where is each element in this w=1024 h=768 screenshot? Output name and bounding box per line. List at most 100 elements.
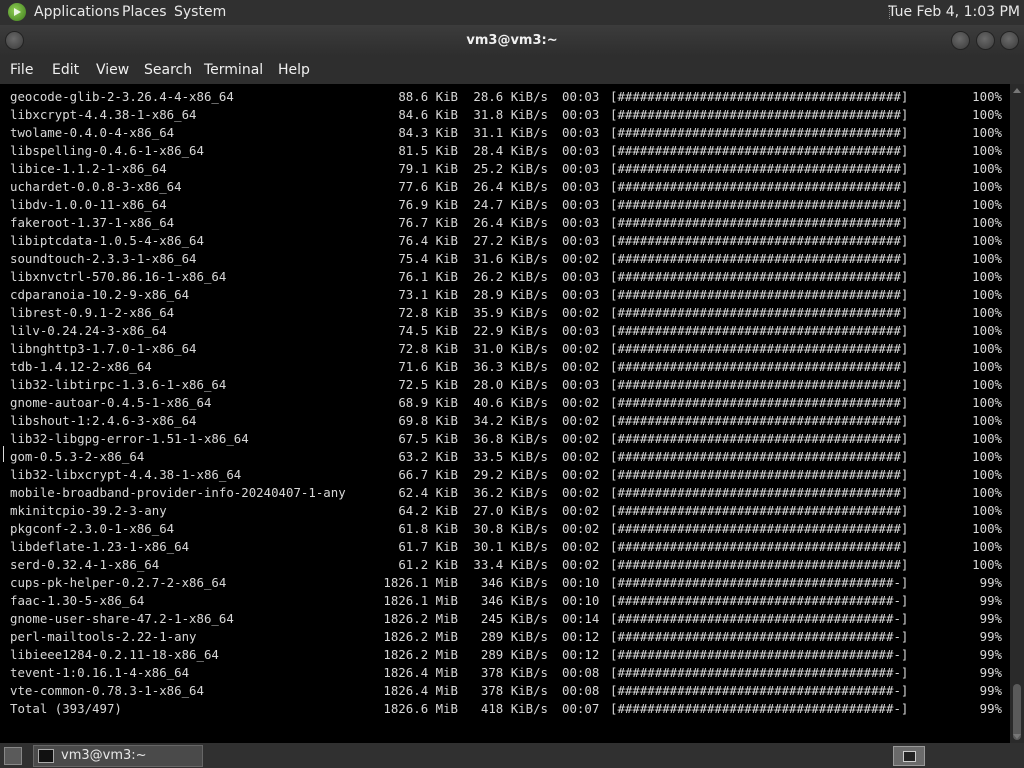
terminal-line: pkgconf-2.3.0-1-x86_64 61.8 KiB 30.8 KiB/s… (10, 520, 1010, 538)
terminal-speed: 28.6 KiB/s (473, 89, 548, 104)
terminal-speed: 346 KiB/s (480, 593, 548, 608)
terminal-line: lib32-libxcrypt-4.4.38-1-x86_64 66.7 KiB 2… (10, 466, 1010, 484)
terminal-bar: [######################################] (610, 521, 909, 536)
terminal-line: libxcrypt-4.4.38-1-x86_64 84.6 KiB 31.8 Ki… (10, 106, 1010, 124)
distro-logo-icon[interactable] (8, 3, 26, 21)
terminal-name: fakeroot-1.37-1-x86_64 (10, 215, 175, 230)
minimize-button[interactable] (951, 31, 970, 50)
terminal-time: 00:03 (562, 161, 600, 176)
terminal-line: mobile-broadband-provider-info-20240407-… (10, 484, 1010, 502)
terminal-speed: 31.0 KiB/s (473, 341, 548, 356)
workspace-switcher[interactable] (893, 746, 925, 766)
terminal-speed: 33.4 KiB/s (473, 557, 548, 572)
menu-view[interactable]: View (96, 62, 129, 78)
terminal-bar: [######################################] (610, 197, 909, 212)
terminal-line: libxnvctrl-570.86.16-1-x86_64 76.1 KiB 26.… (10, 268, 1010, 286)
terminal-name: mobile-broadband-provider-info-20240407-… (10, 485, 346, 500)
terminal-line: gnome-user-share-47.2-1-x86_64 1826.2 MiB… (10, 610, 1010, 628)
terminal-pct: 100% (972, 233, 1002, 248)
maximize-button[interactable] (976, 31, 995, 50)
terminal-bar: [######################################] (610, 179, 909, 194)
terminal-bar: [######################################] (610, 89, 909, 104)
terminal-line: vte-common-0.78.3-1-x86_64 1826.4 MiB 378 … (10, 682, 1010, 700)
terminal-scrollbar[interactable] (1010, 84, 1024, 743)
terminal-bar: [######################################] (610, 341, 909, 356)
show-desktop-icon[interactable] (4, 747, 22, 765)
terminal-pct: 100% (972, 323, 1002, 338)
clock[interactable]: Tue Feb 4, 1:03 PM (888, 4, 1020, 20)
terminal-size: 84.6 KiB (398, 107, 458, 122)
terminal-time: 00:03 (562, 323, 600, 338)
bottom-panel: vm3@vm3:~ (0, 743, 1024, 768)
taskbar-window-button[interactable]: vm3@vm3:~ (33, 745, 203, 767)
menu-edit[interactable]: Edit (52, 62, 79, 78)
terminal-speed: 26.4 KiB/s (473, 179, 548, 194)
taskbar-window-label: vm3@vm3:~ (61, 748, 147, 763)
terminal-speed: 35.9 KiB/s (473, 305, 548, 320)
terminal-bar: [######################################] (610, 485, 909, 500)
terminal-pct: 100% (972, 107, 1002, 122)
menu-file[interactable]: File (10, 62, 33, 78)
terminal-bar: [######################################] (610, 107, 909, 122)
applications-menu[interactable]: Applications (34, 4, 120, 20)
terminal-name: libshout-1:2.4.6-3-x86_64 (10, 413, 197, 428)
terminal-bar: [######################################] (610, 323, 909, 338)
scrollbar-thumb[interactable] (1013, 684, 1021, 740)
terminal-size: 76.4 KiB (398, 233, 458, 248)
terminal-pct: 100% (972, 485, 1002, 500)
terminal-time: 00:02 (562, 413, 600, 428)
terminal-line: libshout-1:2.4.6-3-x86_64 69.8 KiB 34.2 Ki… (10, 412, 1010, 430)
menu-search[interactable]: Search (144, 62, 192, 78)
terminal-line: faac-1.30-5-x86_64 1826.1 MiB 346 KiB/s 00:… (10, 592, 1010, 610)
terminal-pct: 100% (972, 197, 1002, 212)
terminal-line: twolame-0.4.0-4-x86_64 84.3 KiB 31.1 KiB/s… (10, 124, 1010, 142)
terminal-pct: 99% (979, 629, 1002, 644)
terminal-name: geocode-glib-2-3.26.4-4-x86_64 (10, 89, 234, 104)
terminal-time: 00:02 (562, 485, 600, 500)
terminal-bar: [######################################] (610, 143, 909, 158)
terminal-time: 00:03 (562, 269, 600, 284)
terminal-speed: 36.3 KiB/s (473, 359, 548, 374)
close-button[interactable] (1000, 31, 1019, 50)
terminal-line: perl-mailtools-2.22-1-any 1826.2 MiB 289 K… (10, 628, 1010, 646)
terminal-pct: 99% (979, 647, 1002, 662)
terminal-name: libieee1284-0.2.11-18-x86_64 (10, 647, 219, 662)
terminal-name: tevent-1:0.16.1-4-x86_64 (10, 665, 190, 680)
window-titlebar[interactable]: vm3@vm3:~ (0, 25, 1024, 56)
terminal-time: 00:14 (562, 611, 600, 626)
terminal-bar: [######################################] (610, 269, 909, 284)
places-menu[interactable]: Places (122, 4, 167, 20)
terminal-size: 77.6 KiB (398, 179, 458, 194)
terminal-time: 00:02 (562, 557, 600, 572)
terminal-time: 00:10 (562, 575, 600, 590)
menu-help[interactable]: Help (278, 62, 310, 78)
terminal-time: 00:02 (562, 539, 600, 554)
terminal-pct: 100% (972, 287, 1002, 302)
terminal-pct: 99% (979, 575, 1002, 590)
terminal-bar: [######################################] (610, 539, 909, 554)
terminal-output[interactable]: geocode-glib-2-3.26.4-4-x86_64 88.6 KiB 28… (0, 84, 1010, 743)
menu-terminal[interactable]: Terminal (204, 62, 263, 78)
terminal-speed: 289 KiB/s (480, 647, 548, 662)
terminal-name: librest-0.9.1-2-x86_64 (10, 305, 175, 320)
terminal-pct: 100% (972, 341, 1002, 356)
scroll-up-arrow-icon[interactable] (1013, 88, 1021, 93)
terminal-speed: 31.1 KiB/s (473, 125, 548, 140)
terminal-speed: 24.7 KiB/s (473, 197, 548, 212)
terminal-pct: 100% (972, 269, 1002, 284)
mouse-text-cursor-icon (3, 446, 4, 462)
terminal-name: gnome-autoar-0.4.5-1-x86_64 (10, 395, 212, 410)
terminal-time: 00:08 (562, 665, 600, 680)
terminal-bar: [#####################################-] (610, 629, 909, 644)
terminal-name: gom-0.5.3-2-x86_64 (10, 449, 145, 464)
terminal-name: perl-mailtools-2.22-1-any (10, 629, 197, 644)
terminal-size: 1826.1 MiB (383, 593, 458, 608)
top-panel: Applications Places System Tue Feb 4, 1:… (0, 0, 1024, 25)
terminal-line: lib32-libgpg-error-1.51-1-x86_64 67.5 KiB… (10, 430, 1010, 448)
terminal-speed: 25.2 KiB/s (473, 161, 548, 176)
terminal-line: libdv-1.0.0-11-x86_64 76.9 KiB 24.7 KiB/s 0… (10, 196, 1010, 214)
scroll-down-arrow-icon[interactable] (1013, 734, 1021, 739)
terminal-name: gnome-user-share-47.2-1-x86_64 (10, 611, 234, 626)
system-menu[interactable]: System (174, 4, 226, 20)
terminal-speed: 36.2 KiB/s (473, 485, 548, 500)
